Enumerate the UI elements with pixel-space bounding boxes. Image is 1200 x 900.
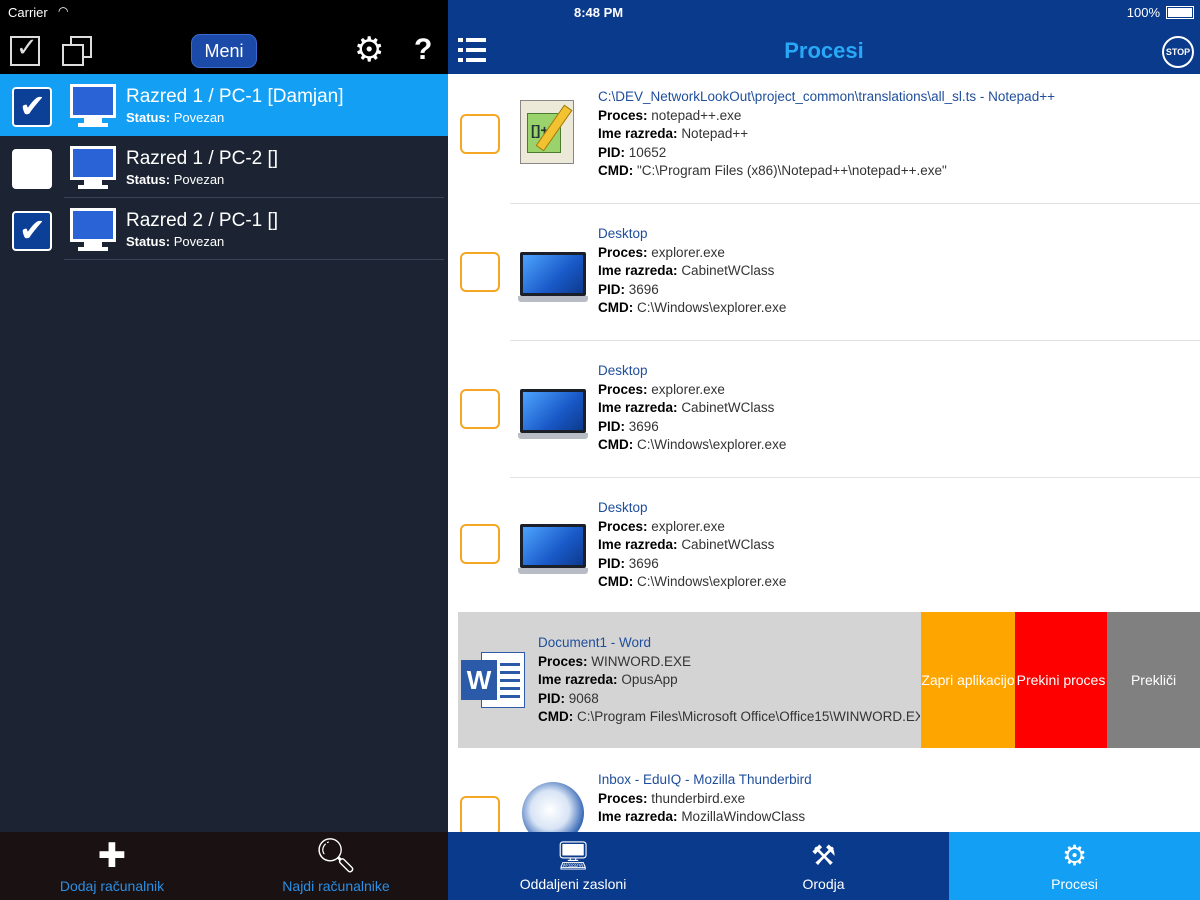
process-title: Desktop: [598, 226, 648, 241]
computer-row[interactable]: Razred 1 / PC-2 [] Status: Povezan: [0, 136, 448, 198]
laptop-icon: [518, 252, 588, 302]
clock: 8:48 PM: [574, 5, 624, 20]
process-checkbox[interactable]: [460, 524, 500, 564]
row-divider: [64, 259, 444, 260]
computers-pane: Carrier ◠ ✓ Meni ⚙ ? Razred 1 / PC-1 [Da…: [0, 0, 448, 900]
laptop-icon: [518, 389, 588, 439]
app-root: Carrier ◠ ✓ Meni ⚙ ? Razred 1 / PC-1 [Da…: [0, 0, 1200, 900]
copy-icon[interactable]: [62, 36, 94, 66]
monitor-icon: [70, 84, 116, 128]
gears-icon: ⚙: [1061, 840, 1088, 871]
process-title: Document1 - Word: [538, 635, 652, 650]
status-bar-left: Carrier ◠: [0, 0, 448, 26]
computer-status: Status: Povezan: [126, 234, 225, 249]
tab-bar: 🖥︎ Oddaljeni zasloni ⚒ Orodja ⚙ Procesi: [448, 832, 1200, 900]
process-checkbox[interactable]: [460, 252, 500, 292]
process-details: Desktop Proces: explorer.exe Ime razreda…: [598, 500, 787, 590]
computer-checkbox[interactable]: [12, 149, 52, 189]
processes-header: Procesi STOP: [448, 26, 1200, 74]
tab-processes[interactable]: ⚙ Procesi: [949, 832, 1200, 900]
status-bar-right: 8:48 PM 100%: [448, 0, 1200, 26]
tab-tools[interactable]: ⚒ Orodja: [698, 832, 949, 900]
battery-icon: [1166, 6, 1194, 19]
monitor-icon: [70, 208, 116, 252]
computer-name: Razred 1 / PC-2 []: [126, 148, 279, 169]
tab-label: Procesi: [1051, 876, 1098, 892]
process-checkbox[interactable]: [460, 389, 500, 429]
process-details: Desktop Proces: explorer.exe Ime razreda…: [598, 363, 787, 453]
process-row[interactable]: Desktop Proces: explorer.exe Ime razreda…: [448, 341, 1200, 478]
page-title: Procesi: [784, 38, 864, 63]
process-details: Document1 - Word Proces: WINWORD.EXE Ime…: [538, 635, 920, 725]
remote-screens-icon: 🖥︎: [555, 840, 591, 871]
process-title: Desktop: [598, 363, 648, 378]
add-computer-button[interactable]: ✚ Dodaj računalnik: [0, 832, 224, 900]
computer-checkbox[interactable]: [12, 211, 52, 251]
wifi-icon: ◠: [58, 4, 69, 18]
add-computer-label: Dodaj računalnik: [59, 878, 165, 894]
plus-icon: ✚: [97, 837, 127, 875]
computer-name: Razred 2 / PC-1 []: [126, 210, 279, 231]
tab-label: Orodja: [802, 876, 845, 892]
tab-label: Oddaljeni zasloni: [519, 876, 627, 892]
process-details: C:\DEV_NetworkLookOut\project_common\tra…: [598, 89, 1055, 179]
process-details: Desktop Proces: explorer.exe Ime razreda…: [598, 226, 787, 316]
processes-pane: 8:48 PM 100% Procesi STOP []++ C:\DEV_Ne…: [448, 0, 1200, 900]
monitor-icon: [70, 146, 116, 190]
notepad-icon: []++: [520, 100, 574, 164]
close-app-button[interactable]: Zapri aplikacijo: [921, 612, 1015, 748]
process-row[interactable]: Desktop Proces: explorer.exe Ime razreda…: [448, 478, 1200, 612]
stop-icon[interactable]: STOP: [1162, 36, 1194, 68]
computer-status: Status: Povezan: [126, 172, 225, 187]
computer-row[interactable]: Razred 2 / PC-1 [] Status: Povezan: [0, 198, 448, 260]
process-checkbox[interactable]: [460, 796, 500, 832]
thunderbird-icon: [522, 782, 584, 832]
process-row[interactable]: Desktop Proces: explorer.exe Ime razreda…: [448, 204, 1200, 341]
carrier-label: Carrier: [8, 5, 48, 20]
battery-percent: 100%: [1126, 5, 1160, 20]
computer-name: Razred 1 / PC-1 [Damjan]: [126, 86, 344, 107]
select-all-icon[interactable]: ✓: [10, 32, 40, 66]
word-icon: W: [461, 650, 525, 710]
process-details: Inbox - EduIQ - Mozilla Thunderbird Proc…: [598, 772, 812, 825]
left-bottom-bar: ✚ Dodaj računalnik 🔍︎ Najdi računalnike: [0, 832, 448, 900]
help-icon[interactable]: ?: [414, 32, 432, 68]
cancel-button[interactable]: Prekliči: [1107, 612, 1200, 748]
find-computers-label: Najdi računalnike: [282, 878, 390, 894]
process-title: Desktop: [598, 500, 648, 515]
laptop-icon: [518, 524, 588, 574]
process-title: Inbox - EduIQ - Mozilla Thunderbird: [598, 772, 812, 787]
find-computers-button[interactable]: 🔍︎ Najdi računalnike: [224, 832, 448, 900]
process-row[interactable]: []++ C:\DEV_NetworkLookOut\project_commo…: [448, 74, 1200, 204]
tab-remote-screens[interactable]: 🖥︎ Oddaljeni zasloni: [448, 832, 698, 900]
kill-process-button[interactable]: Prekini proces: [1015, 612, 1107, 748]
computer-status: Status: Povezan: [126, 110, 225, 125]
tools-icon: ⚒: [810, 840, 837, 871]
process-title: C:\DEV_NetworkLookOut\project_common\tra…: [598, 89, 1055, 104]
process-row[interactable]: Inbox - EduIQ - Mozilla Thunderbird Proc…: [448, 748, 1200, 832]
gear-icon[interactable]: ⚙: [354, 33, 384, 67]
menu-button[interactable]: Meni: [191, 34, 257, 68]
search-icon: 🔍︎: [314, 837, 358, 875]
process-checkbox[interactable]: [460, 114, 500, 154]
computer-checkbox[interactable]: [12, 87, 52, 127]
computer-row[interactable]: Razred 1 / PC-1 [Damjan] Status: Povezan: [0, 74, 448, 136]
